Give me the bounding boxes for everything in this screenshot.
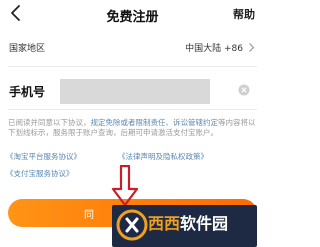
phone-label: 手机号 xyxy=(9,85,46,99)
watermark-text-part1: 西西 xyxy=(148,214,181,233)
link-legal-privacy[interactable]: 《法律声明及隐私权政策》 xyxy=(118,151,208,162)
agreement-highlight: 规定免除或者限制责任、诉讼管辖约定 xyxy=(90,118,219,127)
phone-input[interactable] xyxy=(60,79,210,104)
agreement-part3: 服务限于账户查询，后期可申请激活支付宝账户。 xyxy=(53,128,218,137)
top-bar: 免费注册 帮助 xyxy=(0,0,265,28)
agreement-text: 已阅读并同意以下协议，规定免除或者限制责任、诉讼管辖约定等内容将以下划线标示，服… xyxy=(8,118,258,138)
watermark-logo-icon xyxy=(116,209,148,241)
divider xyxy=(8,66,257,67)
page-title: 免费注册 xyxy=(106,10,159,25)
help-link[interactable]: 帮助 xyxy=(233,6,255,22)
clear-icon[interactable] xyxy=(238,84,250,96)
region-label: 国家地区 xyxy=(9,44,46,54)
link-taobao-agreement[interactable]: 《淘宝平台服务协议》 xyxy=(6,151,81,162)
region-selector[interactable]: 国家地区 中国大陆 +86 xyxy=(0,36,265,60)
down-arrow-icon xyxy=(111,165,139,207)
watermark: 西西软件园 xyxy=(112,205,257,247)
watermark-text: 西西软件园 xyxy=(148,210,228,234)
phone-row: 手机号 xyxy=(0,77,265,107)
link-alipay-agreement[interactable]: 《支付宝服务协议》 xyxy=(6,168,74,179)
agreement-part1: 已阅读并同意以下协议， xyxy=(8,118,91,127)
chevron-right-icon xyxy=(249,43,255,52)
watermark-text-part2: 软件园 xyxy=(180,214,229,233)
divider xyxy=(8,109,257,110)
region-value: 中国大陆 +86 xyxy=(185,44,243,54)
